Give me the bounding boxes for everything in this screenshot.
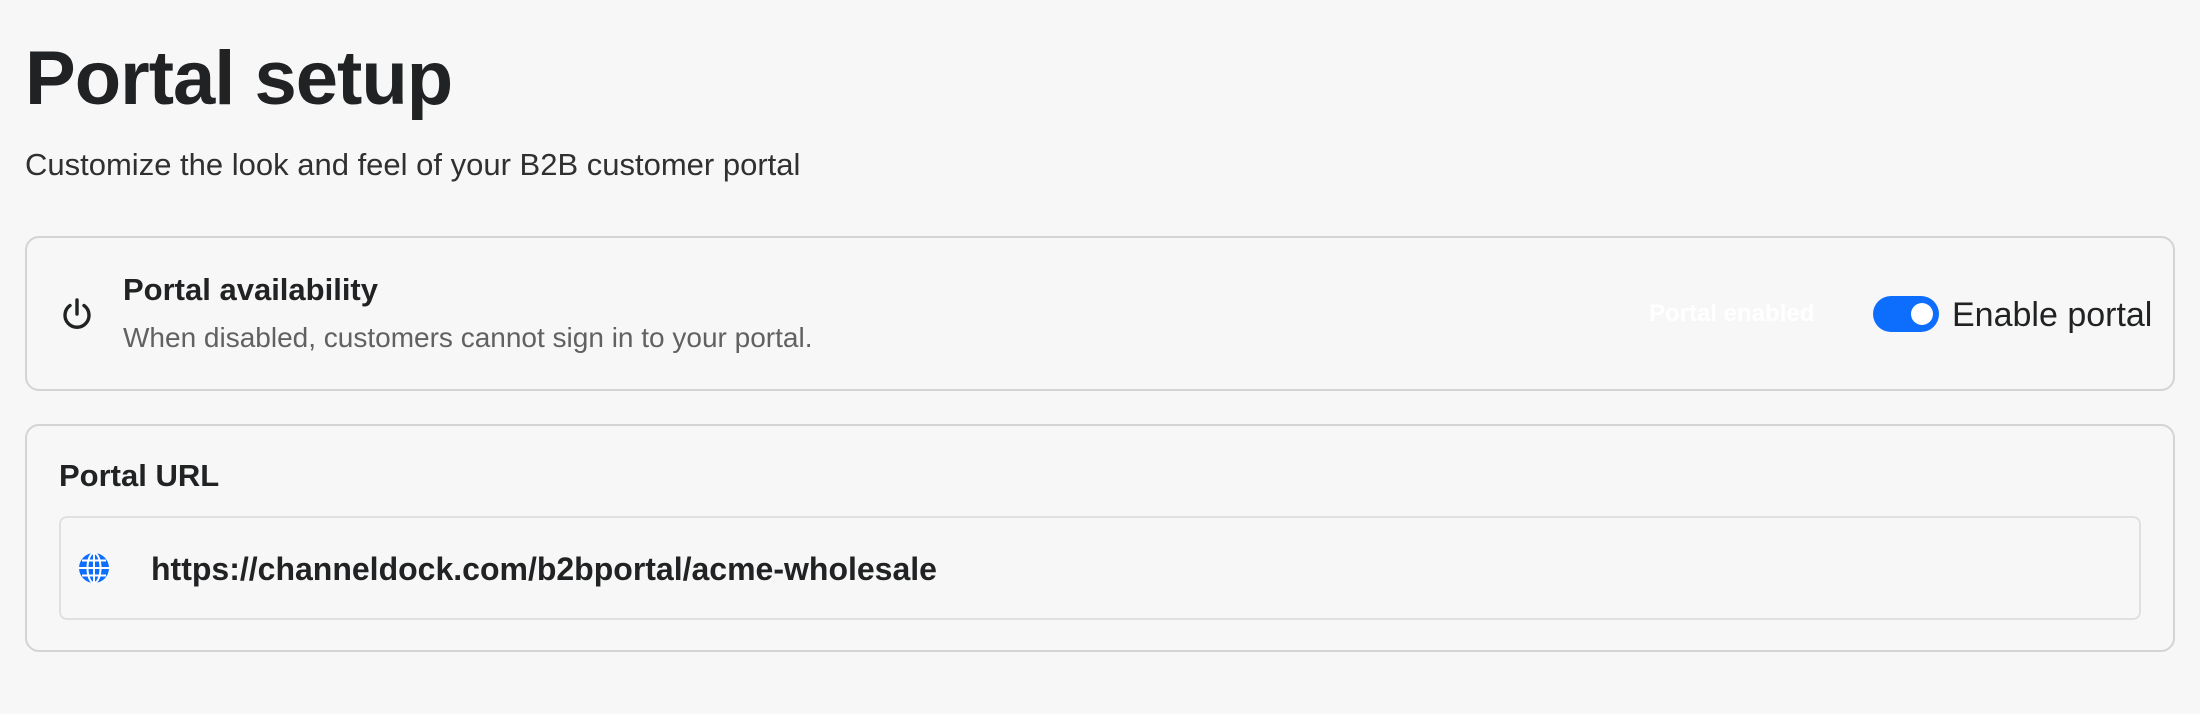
page-title: Portal setup bbox=[25, 36, 453, 121]
portal-url-title: Portal URL bbox=[59, 458, 220, 493]
availability-description: When disabled, customers cannot sign in … bbox=[123, 322, 813, 353]
availability-title: Portal availability bbox=[123, 272, 378, 307]
status-label: Portal enabled bbox=[1649, 300, 1815, 327]
enable-portal-label[interactable]: Enable portal bbox=[1952, 294, 2152, 336]
portal-url-field[interactable]: https://channeldock.com/b2bportal/acme-w… bbox=[59, 516, 2141, 620]
portal-availability-card: Portal availability When disabled, custo… bbox=[25, 236, 2175, 391]
globe-icon bbox=[77, 551, 111, 585]
page-subtitle: Customize the look and feel of your B2B … bbox=[25, 147, 801, 182]
portal-url-card: Portal URL https://channeldock.com/b2bpo… bbox=[25, 424, 2175, 652]
toggle-knob bbox=[1911, 303, 1933, 325]
power-icon bbox=[57, 294, 97, 334]
portal-url-value[interactable]: https://channeldock.com/b2bportal/acme-w… bbox=[151, 549, 937, 589]
portal-setup-page: Portal setup Customize the look and feel… bbox=[0, 0, 2200, 714]
enable-portal-toggle[interactable] bbox=[1873, 296, 1939, 332]
